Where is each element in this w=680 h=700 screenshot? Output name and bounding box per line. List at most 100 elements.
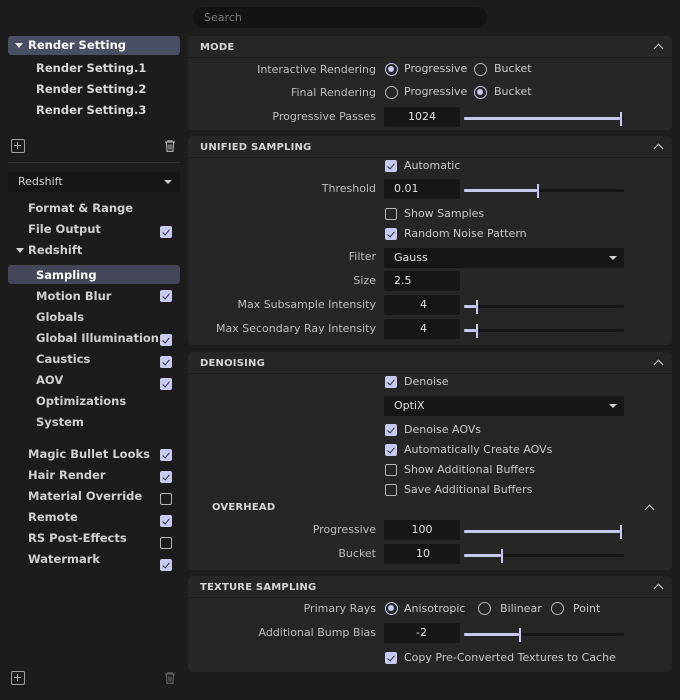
chevron-down-icon [164,180,172,184]
save-buffers-label: Save Additional Buffers [404,483,533,496]
divider [188,57,672,58]
denoise-aovs-checkbox[interactable] [385,424,397,436]
collapse-caret-icon[interactable] [653,583,664,594]
divider [188,157,672,158]
tree-item-hair-render[interactable]: Hair Render [28,468,106,482]
overhead-progressive-field[interactable]: 100 [384,520,460,540]
collapse-caret-icon[interactable] [653,359,664,370]
tree-item-globals[interactable]: Globals [36,310,84,324]
trash-icon-disabled[interactable] [163,671,177,685]
collapse-triangle-icon[interactable] [15,43,23,48]
final-bucket-radio[interactable] [474,86,487,99]
render-setting-item-1[interactable]: Render Setting.1 [36,61,146,75]
anisotropic-radio[interactable] [385,602,398,615]
tree-item-file-output[interactable]: File Output [28,222,101,236]
remote-checkbox[interactable] [160,515,172,527]
show-buffers-checkbox[interactable] [385,464,397,476]
save-buffers-checkbox[interactable] [385,484,397,496]
overhead-bucket-field[interactable]: 10 [384,544,460,564]
rs-post-effects-checkbox[interactable] [160,537,172,549]
file-output-checkbox[interactable] [160,226,172,238]
tree-item-caustics[interactable]: Caustics [36,352,90,366]
filter-dropdown[interactable]: Gauss [384,248,624,268]
expand-triangle-icon[interactable] [16,248,24,253]
overhead-progressive-label: Progressive [312,523,376,536]
tree-item-global-illumination[interactable]: Global Illumination [36,331,159,345]
trash-icon[interactable] [163,139,177,153]
automatic-checkbox[interactable] [385,160,397,172]
add-icon[interactable] [11,671,25,685]
random-noise-label: Random Noise Pattern [404,227,527,240]
render-setting-item-3[interactable]: Render Setting.3 [36,103,146,117]
size-field[interactable]: 2.5 [384,271,460,291]
denoising-title: DENOISING [200,358,266,369]
tree-item-format-range[interactable]: Format & Range [28,201,133,215]
final-bucket-label: Bucket [494,85,532,98]
collapse-caret-icon[interactable] [644,504,655,515]
tree-item-motion-blur[interactable]: Motion Blur [36,289,111,303]
primary-rays-label: Primary Rays [303,602,376,615]
render-setting-header[interactable]: Render Setting [8,36,180,55]
final-progressive-radio[interactable] [385,86,398,99]
anisotropic-label: Anisotropic [404,602,466,615]
overhead-title: OVERHEAD [212,502,276,513]
renderer-select[interactable]: Redshift [8,172,180,192]
max-secondary-slider[interactable] [464,324,624,338]
denoise-checkbox[interactable] [385,376,397,388]
interactive-progressive-radio[interactable] [385,63,398,76]
tree-item-optimizations[interactable]: Optimizations [36,394,126,408]
bilinear-radio[interactable] [478,602,491,615]
render-setting-label: Render Setting [28,38,126,52]
global-illumination-checkbox[interactable] [160,334,172,346]
threshold-slider[interactable] [464,184,624,198]
tree-item-system[interactable]: System [36,415,84,429]
tree-item-redshift[interactable]: Redshift [28,243,82,257]
auto-create-aovs-checkbox[interactable] [385,444,397,456]
overhead-progressive-slider[interactable] [464,525,624,539]
tree-item-remote[interactable]: Remote [28,510,78,524]
divider [188,597,672,598]
chevron-down-icon [609,256,617,260]
denoise-engine-dropdown[interactable]: OptiX [384,396,624,416]
tree-item-material-override[interactable]: Material Override [28,489,142,503]
bump-bias-slider[interactable] [464,628,624,642]
max-subsample-field[interactable]: 4 [384,295,460,315]
max-subsample-slider[interactable] [464,300,624,314]
interactive-bucket-radio[interactable] [474,63,487,76]
automatic-label: Automatic [404,159,461,172]
collapse-caret-icon[interactable] [653,143,664,154]
add-render-setting-icon[interactable] [11,139,25,153]
tree-item-aov[interactable]: AOV [36,373,63,387]
copy-textures-checkbox[interactable] [385,652,397,664]
show-samples-checkbox[interactable] [385,208,397,220]
bump-bias-field[interactable]: -2 [384,623,460,643]
tree-item-magic-bullet-looks[interactable]: Magic Bullet Looks [28,447,150,461]
auto-create-aovs-label: Automatically Create AOVs [404,443,553,456]
progressive-passes-slider[interactable] [464,112,624,126]
tree-item-watermark[interactable]: Watermark [28,552,100,566]
collapse-caret-icon[interactable] [653,43,664,54]
search-input[interactable]: Search [193,7,487,28]
material-override-checkbox[interactable] [160,493,172,505]
overhead-bucket-slider[interactable] [464,549,624,563]
tree-item-rs-post-effects[interactable]: RS Post-Effects [28,531,127,545]
random-noise-checkbox[interactable] [385,228,397,240]
mode-section-title: MODE [200,42,235,53]
tree-item-sampling[interactable]: Sampling [36,268,97,282]
divider [188,373,672,374]
filter-label: Filter [348,250,376,263]
watermark-checkbox[interactable] [160,559,172,571]
interactive-rendering-label: Interactive Rendering [257,63,376,76]
magic-bullet-looks-checkbox[interactable] [160,449,172,461]
max-secondary-field[interactable]: 4 [384,319,460,339]
progressive-passes-field[interactable]: 1024 [384,107,460,127]
aov-checkbox[interactable] [160,378,172,390]
hair-render-checkbox[interactable] [160,471,172,483]
bump-bias-label: Additional Bump Bias [258,626,376,639]
caustics-checkbox[interactable] [160,356,172,368]
threshold-field[interactable]: 0.01 [384,179,460,199]
mode-section: MODE Interactive Rendering Progressive B… [188,36,672,130]
motion-blur-checkbox[interactable] [160,290,172,302]
render-setting-item-2[interactable]: Render Setting.2 [36,82,146,96]
point-radio[interactable] [551,602,564,615]
